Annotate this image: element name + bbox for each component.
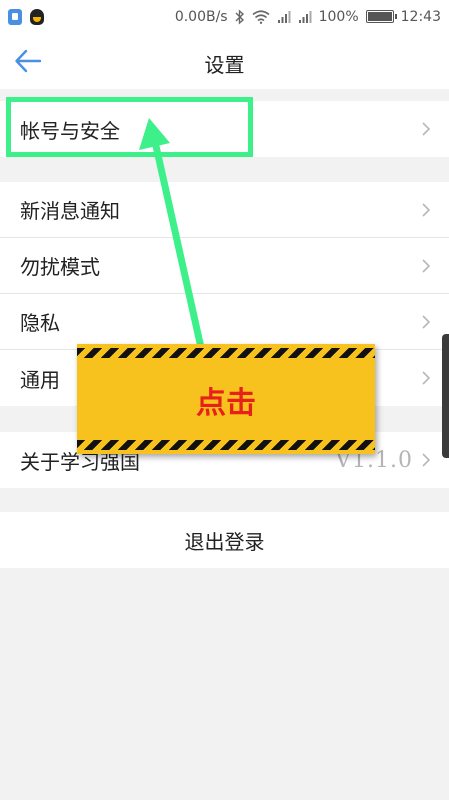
side-scroll-handle[interactable] <box>442 334 449 458</box>
battery-icon <box>365 10 397 23</box>
signal-icon <box>277 10 291 24</box>
app-shield-icon <box>8 8 22 25</box>
page-title: 设置 <box>204 53 245 77</box>
chevron-right-icon <box>421 258 431 274</box>
settings-item-privacy[interactable]: 隐私 <box>0 294 449 350</box>
settings-item-notifications[interactable]: 新消息通知 <box>0 182 449 238</box>
logout-group: 退出登录 <box>0 512 449 568</box>
callout-text: 点击 <box>196 386 256 421</box>
chevron-right-icon <box>421 121 431 137</box>
logout-label: 退出登录 <box>184 529 265 554</box>
clock: 12:43 <box>400 8 441 25</box>
status-bar-notifications <box>8 8 44 25</box>
chevron-right-icon <box>421 202 431 218</box>
settings-item-do-not-disturb[interactable]: 勿扰模式 <box>0 238 449 294</box>
settings-item-label: 勿扰模式 <box>20 255 100 279</box>
qq-icon <box>30 8 44 25</box>
status-bar: 0.00B/s 100% 12:43 <box>0 0 449 33</box>
logout-button[interactable]: 退出登录 <box>0 512 449 568</box>
network-speed: 0.00B/s <box>174 8 228 25</box>
signal-icon <box>298 10 312 24</box>
chevron-right-icon <box>421 452 431 468</box>
callout-card: 点击 <box>77 344 375 454</box>
highlight-box <box>6 97 253 157</box>
chevron-right-icon <box>421 314 431 330</box>
chevron-right-icon <box>421 370 431 386</box>
hazard-stripe <box>77 348 375 358</box>
bluetooth-icon <box>235 8 245 25</box>
hazard-stripe <box>77 440 375 450</box>
settings-item-label: 隐私 <box>20 311 60 335</box>
wifi-icon <box>252 9 270 24</box>
settings-item-label: 通用 <box>20 367 60 392</box>
status-bar-system: 0.00B/s 100% 12:43 <box>175 9 441 25</box>
battery-percent: 100% <box>318 8 359 25</box>
settings-item-label: 新消息通知 <box>20 199 120 223</box>
nav-bar: 设置 <box>0 33 449 89</box>
